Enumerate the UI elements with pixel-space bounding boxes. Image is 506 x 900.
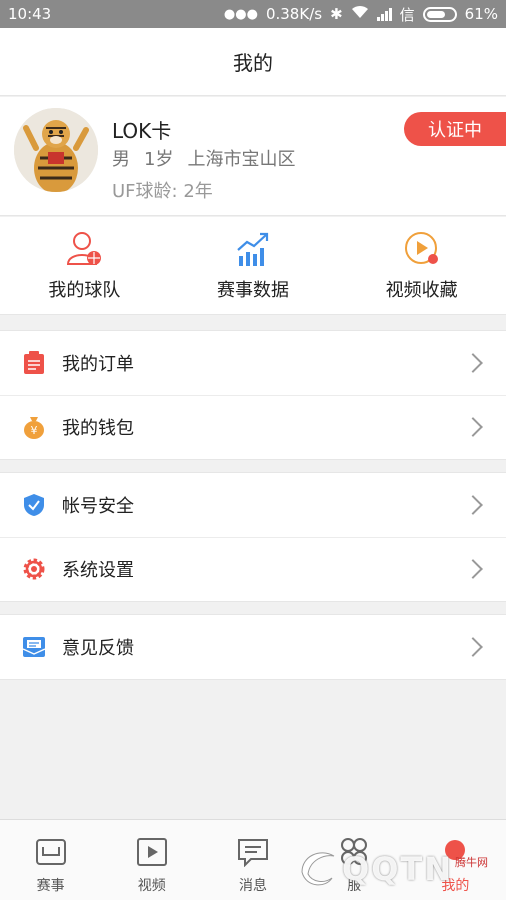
chevron-right-icon (463, 353, 483, 373)
feedback-envelope-icon (22, 635, 46, 659)
chevron-right-icon (463, 637, 483, 657)
shortcut-label: 赛事数据 (217, 280, 289, 301)
profile-name: LOK卡 (112, 119, 172, 143)
menu-item-label: 系统设置 (62, 560, 134, 581)
profile-ball-age: UF球龄: 2年 (112, 181, 213, 202)
menu-group-feedback: 意见反馈 (0, 614, 506, 680)
menu-item-label: 我的钱包 (62, 418, 134, 439)
menu-item-security[interactable]: 帐号安全 (0, 473, 506, 537)
menu-group-account: 我的订单 ¥ 我的钱包 (0, 330, 506, 460)
signal-icon (376, 7, 392, 21)
video-play-icon (135, 836, 169, 868)
shortcut-my-team[interactable]: 我的球队 (0, 217, 169, 314)
tab-service[interactable]: 服 (304, 820, 405, 900)
tab-profile[interactable]: 我的 (405, 820, 506, 900)
bluetooth-icon: ✱ (330, 5, 343, 23)
shortcut-label: 视频收藏 (385, 280, 458, 301)
shield-icon (22, 493, 46, 517)
message-icon (236, 836, 270, 868)
status-bar: 10:43 ●●● 0.38K/s ✱ 信 61% (0, 0, 506, 28)
verification-badge[interactable]: 认证中 (404, 112, 506, 146)
wifi-icon (351, 5, 369, 23)
shortcut-video-favorites[interactable]: 视频收藏 (337, 217, 506, 314)
menu-item-wallet[interactable]: ¥ 我的钱包 (0, 395, 506, 459)
tab-label: 服 (347, 878, 362, 894)
tab-label: 赛事 (36, 878, 65, 894)
tab-label: 消息 (239, 878, 267, 894)
tab-label: 我的 (441, 878, 470, 894)
battery-icon (422, 6, 457, 22)
shortcut-label: 我的球队 (48, 280, 121, 301)
team-user-icon (65, 230, 103, 268)
match-icon (34, 836, 68, 868)
chevron-right-icon (463, 495, 483, 515)
video-favorite-icon (403, 230, 441, 268)
money-bag-icon: ¥ (22, 415, 46, 439)
menu-item-feedback[interactable]: 意见反馈 (0, 615, 506, 679)
profile-icon (438, 836, 472, 868)
tab-label: 视频 (137, 878, 166, 894)
top-bar: 我的 (0, 28, 506, 96)
carrier-label: 信 (399, 5, 415, 24)
page-title: 我的 (233, 51, 273, 75)
menu-item-label: 意见反馈 (62, 638, 134, 659)
menu-item-label: 我的订单 (62, 354, 134, 375)
menu-item-orders[interactable]: 我的订单 (0, 331, 506, 395)
svg-text:¥: ¥ (31, 424, 38, 437)
tab-match[interactable]: 赛事 (0, 820, 101, 900)
profile-gender: 男 (112, 149, 130, 170)
avatar[interactable] (14, 108, 98, 192)
profile-location: 上海市宝山区 (187, 149, 296, 170)
chevron-right-icon (463, 559, 483, 579)
profile-info: 男 1岁 上海市宝山区 (112, 145, 309, 171)
service-icon (337, 836, 371, 868)
gear-icon (22, 557, 46, 581)
menu-item-settings[interactable]: 系统设置 (0, 537, 506, 601)
menu-item-label: 帐号安全 (62, 496, 134, 517)
bottom-tab-bar: 赛事 视频 消息 服 我的 (0, 819, 506, 900)
menu-group-system: 帐号安全 系统设置 (0, 472, 506, 602)
status-time: 10:43 (8, 5, 52, 23)
profile-age: 1岁 (144, 149, 174, 170)
tab-message[interactable]: 消息 (202, 820, 303, 900)
stats-chart-icon (234, 230, 272, 268)
tab-video[interactable]: 视频 (101, 820, 202, 900)
more-dots-icon: ●●● (223, 6, 258, 22)
chevron-right-icon (463, 417, 483, 437)
profile-card[interactable]: LOK卡 男 1岁 上海市宝山区 UF球龄: 2年 认证中 (0, 97, 506, 216)
network-speed: 0.38K/s (265, 5, 323, 23)
battery-level: 61% (464, 5, 498, 23)
clipboard-icon (22, 351, 46, 375)
shortcut-match-stats[interactable]: 赛事数据 (169, 217, 338, 314)
shortcut-row: 我的球队 赛事数据 视频收藏 (0, 217, 506, 315)
